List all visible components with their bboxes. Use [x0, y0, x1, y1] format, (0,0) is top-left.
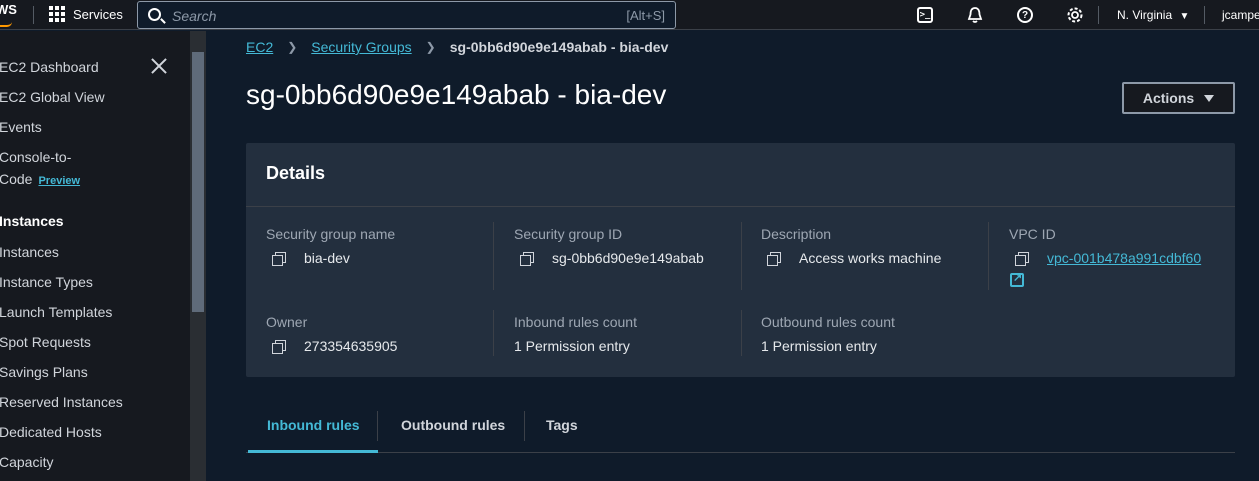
sidebar-heading-instances[interactable]: Instances [0, 213, 64, 229]
field-value: 1 Permission entry [761, 338, 877, 354]
copy-icon[interactable] [272, 251, 286, 266]
sidebar-item-savings-plans[interactable]: Savings Plans [0, 364, 88, 380]
grid-icon [49, 6, 65, 22]
caret-down-icon [1204, 94, 1215, 102]
field-inbound-rules-count: Inbound rules count 1 Permission entry [514, 314, 637, 354]
actions-label: Actions [1142, 90, 1195, 106]
copy-icon[interactable] [272, 339, 286, 354]
field-label: Description [761, 226, 832, 242]
column-divider [493, 310, 494, 356]
search-shortcut: [Alt+S] [626, 8, 665, 23]
sidebar: EC2 Dashboard EC2 Global View Events Con… [0, 31, 190, 481]
tab-tags[interactable]: Tags [546, 417, 578, 433]
search-icon [148, 8, 161, 21]
details-heading: Details [246, 143, 1235, 207]
aws-smile-icon [0, 22, 12, 27]
region-label: N. Virginia [1117, 8, 1173, 22]
sidebar-item-instance-types[interactable]: Instance Types [0, 274, 93, 290]
field-description: Description Access works machine [761, 226, 941, 266]
chevron-right-icon: ❯ [425, 40, 436, 54]
field-label: Security group name [266, 226, 396, 242]
sidebar-item-instances[interactable]: Instances [0, 244, 59, 260]
nav-divider [1098, 6, 1099, 24]
preview-badge[interactable]: Preview [38, 175, 80, 187]
copy-icon[interactable] [520, 251, 534, 266]
services-menu-button[interactable]: Services [49, 6, 123, 22]
field-vpc-id: VPC ID vpc-001b478a991cdbf60 [1009, 226, 1201, 266]
user-name: jcampe [1222, 8, 1259, 22]
field-value: bia-dev [304, 250, 350, 266]
breadcrumb-ec2[interactable]: EC2 [246, 39, 273, 55]
tab-bar: Inbound rules Outbound rules Tags [246, 409, 1235, 453]
nav-divider [33, 6, 34, 24]
field-value: 273354635905 [304, 338, 398, 354]
sidebar-item-console-to-code[interactable]: Console-to- [0, 149, 71, 165]
vpc-id-link[interactable]: vpc-001b478a991cdbf60 [1047, 250, 1201, 266]
chevron-down-icon: ▼ [1179, 11, 1190, 22]
sidebar-item-ec2-global-view[interactable]: EC2 Global View [0, 89, 105, 105]
field-security-group-id: Security group ID sg-0bb6d90e9e149abab [514, 226, 704, 266]
services-label: Services [73, 6, 123, 22]
help-icon[interactable]: ? [1017, 7, 1033, 23]
close-icon[interactable] [151, 58, 167, 74]
field-security-group-name: Security group name bia-dev [266, 226, 395, 266]
aws-logo[interactable]: WS [0, 2, 17, 27]
column-divider [493, 222, 494, 290]
field-label: Inbound rules count [514, 314, 637, 330]
external-link-icon[interactable] [1010, 271, 1024, 287]
chevron-right-icon: ❯ [287, 40, 298, 54]
nav-divider [1204, 6, 1205, 24]
sidebar-item-capacity[interactable]: Capacity [0, 454, 53, 470]
sidebar-item-events[interactable]: Events [0, 119, 42, 135]
column-divider [988, 222, 989, 290]
breadcrumb-current: sg-0bb6d90e9e149abab - bia-dev [449, 39, 669, 55]
sidebar-item-dedicated-hosts[interactable]: Dedicated Hosts [0, 424, 102, 440]
column-divider [741, 310, 742, 356]
column-divider [741, 222, 742, 290]
field-label: VPC ID [1009, 226, 1056, 242]
settings-gear-icon[interactable] [1065, 5, 1085, 25]
field-label: Owner [266, 314, 308, 330]
region-selector[interactable]: N. Virginia ▼ [1117, 8, 1189, 22]
tab-inbound-rules[interactable]: Inbound rules [267, 417, 360, 433]
field-value: 1 Permission entry [514, 338, 630, 354]
field-value: Access works machine [799, 250, 942, 266]
sidebar-item-reserved-instances[interactable]: Reserved Instances [0, 394, 123, 410]
tab-outbound-rules[interactable]: Outbound rules [401, 417, 505, 433]
top-navigation: WS Services Search [Alt+S] >_ ? N. Virgi… [0, 0, 1259, 30]
notifications-bell-icon[interactable] [965, 5, 985, 25]
copy-icon[interactable] [1015, 251, 1029, 266]
sidebar-item-launch-templates[interactable]: Launch Templates [0, 304, 112, 320]
field-label: Outbound rules count [761, 314, 895, 330]
field-outbound-rules-count: Outbound rules count 1 Permission entry [761, 314, 895, 354]
search-input[interactable]: Search [Alt+S] [137, 1, 676, 29]
cloudshell-icon[interactable]: >_ [917, 7, 933, 23]
aws-logo-text: WS [0, 2, 17, 17]
field-label: Security group ID [514, 226, 623, 242]
field-value: sg-0bb6d90e9e149abab [552, 250, 704, 266]
page-title: sg-0bb6d90e9e149abab - bia-dev [246, 79, 667, 110]
copy-icon[interactable] [767, 251, 781, 266]
sidebar-item-console-to-code-line2[interactable]: Code Preview [0, 171, 80, 187]
account-menu[interactable]: jcampe [1222, 8, 1259, 22]
sidebar-item-spot-requests[interactable]: Spot Requests [0, 334, 91, 350]
breadcrumb-security-groups[interactable]: Security Groups [311, 39, 411, 55]
field-owner: Owner 273354635905 [266, 314, 397, 354]
sidebar-item-ec2-dashboard[interactable]: EC2 Dashboard [0, 59, 99, 75]
active-tab-indicator [248, 450, 378, 453]
search-placeholder: Search [172, 8, 217, 24]
tab-divider [524, 411, 525, 441]
breadcrumb: EC2 ❯ Security Groups ❯ sg-0bb6d90e9e149… [246, 39, 668, 55]
sidebar-scrollbar-thumb[interactable] [192, 52, 204, 312]
actions-button[interactable]: Actions [1122, 82, 1235, 114]
details-panel: Details Security group name bia-dev Secu… [246, 143, 1235, 377]
tab-divider [377, 411, 378, 441]
